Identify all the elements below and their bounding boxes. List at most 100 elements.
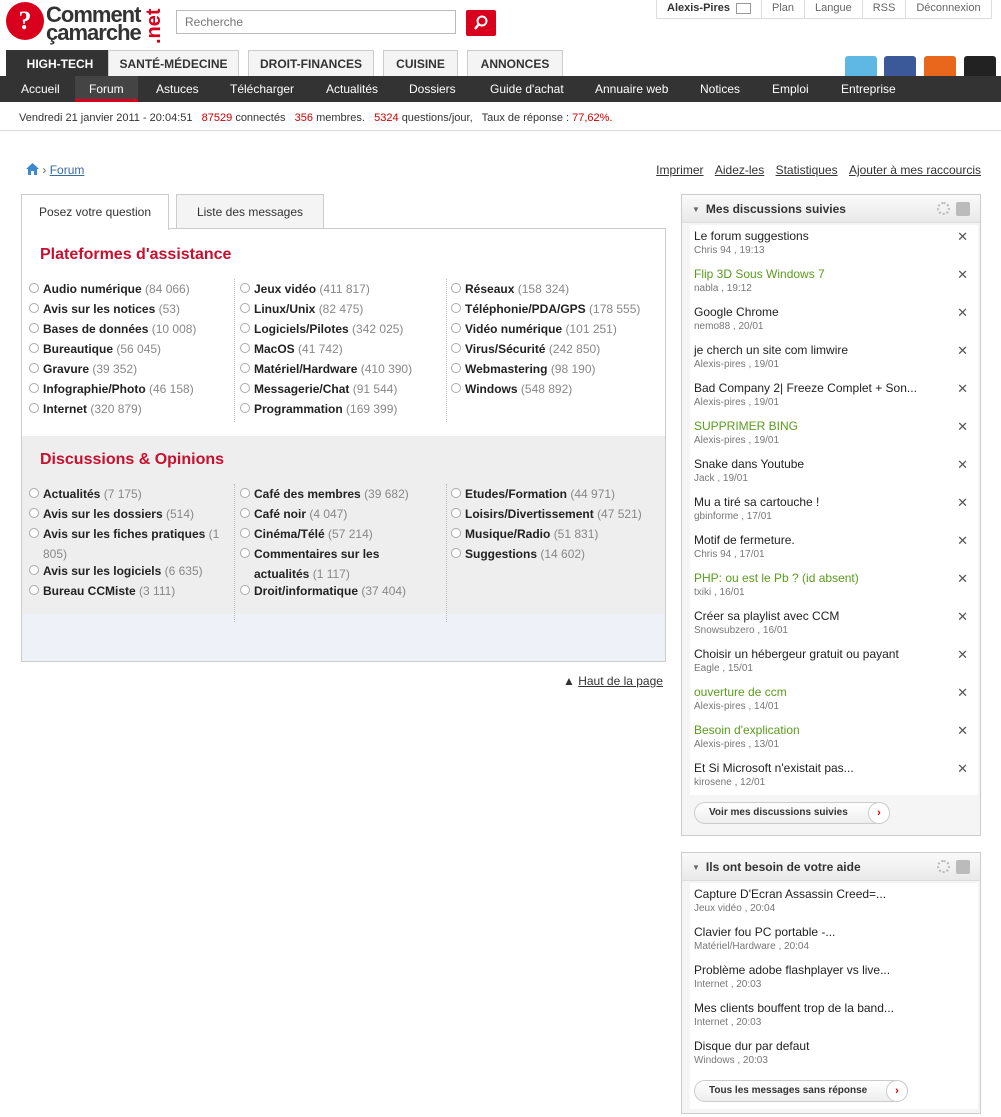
close-icon[interactable]: ✕ <box>957 381 968 397</box>
collapse-icon[interactable]: ▼ <box>692 196 700 224</box>
list-item[interactable]: Google Chrome nemo88 , 20/01 ✕ <box>690 301 978 339</box>
tab-sante[interactable]: SANTÉ-MÉDECINE <box>108 50 239 76</box>
forum-category[interactable]: Vidéo numérique (101 251) <box>447 319 663 339</box>
close-icon[interactable]: ✕ <box>957 571 968 587</box>
close-icon[interactable]: ✕ <box>957 267 968 283</box>
forum-category[interactable]: Virus/Sécurité (242 850) <box>447 339 663 359</box>
list-item[interactable]: Disque dur par defaut Windows , 20:03 <box>690 1035 978 1073</box>
radio-button[interactable] <box>451 383 461 393</box>
forum-category[interactable]: Café noir (4 047) <box>236 504 446 524</box>
radio-button[interactable] <box>240 488 250 498</box>
list-item[interactable]: Clavier fou PC portable -... Matériel/Har… <box>690 921 978 959</box>
forum-category[interactable]: Jeux vidéo (411 817) <box>236 279 446 299</box>
help-link[interactable]: Aidez-les <box>715 163 764 177</box>
rss-icon[interactable] <box>956 860 970 874</box>
radio-button[interactable] <box>29 283 39 293</box>
radio-button[interactable] <box>29 303 39 313</box>
home-icon[interactable] <box>26 163 39 175</box>
radio-button[interactable] <box>29 585 39 595</box>
radio-button[interactable] <box>240 548 250 558</box>
tab-annonces[interactable]: ANNONCES <box>467 50 563 76</box>
list-item[interactable]: SUPPRIMER BING Alexis-pires , 19/01 ✕ <box>690 415 978 453</box>
list-item[interactable]: Choisir un hébergeur gratuit ou payant Ea… <box>690 643 978 681</box>
nav-astuces[interactable]: Astuces <box>156 76 199 102</box>
list-item[interactable]: Snake dans Youtube Jack , 19/01 ✕ <box>690 453 978 491</box>
gear-icon[interactable] <box>937 860 950 873</box>
nav-forum[interactable]: Forum <box>75 76 138 102</box>
collapse-icon[interactable]: ▼ <box>692 854 700 882</box>
forum-category[interactable]: Etudes/Formation (44 971) <box>447 484 663 504</box>
forum-category[interactable]: Matériel/Hardware (410 390) <box>236 359 446 379</box>
radio-button[interactable] <box>240 383 250 393</box>
mobile-icon[interactable] <box>964 56 996 78</box>
radio-button[interactable] <box>29 343 39 353</box>
list-item[interactable]: Mes clients bouffent trop de la band... I… <box>690 997 978 1035</box>
forum-category[interactable]: MacOS (41 742) <box>236 339 446 359</box>
forum-category[interactable]: Programmation (169 399) <box>236 399 446 419</box>
close-icon[interactable]: ✕ <box>957 457 968 473</box>
view-followed-button[interactable]: Voir mes discussions suivies › <box>694 802 890 824</box>
close-icon[interactable]: ✕ <box>957 647 968 663</box>
nav-logout[interactable]: Déconnexion <box>905 0 990 18</box>
forum-category[interactable]: Bureautique (56 045) <box>25 339 235 359</box>
forum-category[interactable]: Avis sur les logiciels (6 635) <box>25 561 235 581</box>
nav-actualites[interactable]: Actualités <box>326 76 378 102</box>
forum-category[interactable]: Téléphonie/PDA/GPS (178 555) <box>447 299 663 319</box>
radio-button[interactable] <box>29 403 39 413</box>
forum-category[interactable]: Avis sur les notices (53) <box>25 299 235 319</box>
tab-ask-question[interactable]: Posez votre question <box>21 194 169 230</box>
forum-category[interactable]: Bureau CCMiste (3 111) <box>25 581 235 601</box>
list-item[interactable]: Mu a tiré sa cartouche ! gbinforme , 17/0… <box>690 491 978 529</box>
forum-category[interactable]: Actualités (7 175) <box>25 484 235 504</box>
panel-header[interactable]: ▼ Mes discussions suivies <box>682 195 980 223</box>
print-link[interactable]: Imprimer <box>656 163 703 177</box>
forum-category[interactable]: Gravure (39 352) <box>25 359 235 379</box>
radio-button[interactable] <box>451 283 461 293</box>
gear-icon[interactable] <box>937 202 950 215</box>
list-item[interactable]: Besoin d'explication Alexis-pires , 13/01… <box>690 719 978 757</box>
list-item[interactable]: ouverture de ccm Alexis-pires , 14/01 ✕ <box>690 681 978 719</box>
nav-plan[interactable]: Plan <box>760 0 804 18</box>
panel-header[interactable]: ▼ Ils ont besoin de votre aide <box>682 853 980 881</box>
rss-icon[interactable] <box>924 56 956 78</box>
radio-button[interactable] <box>451 548 461 558</box>
radio-button[interactable] <box>29 565 39 575</box>
radio-button[interactable] <box>451 488 461 498</box>
search-input[interactable] <box>176 10 456 34</box>
list-item[interactable]: Bad Company 2| Freeze Complet + Son... Al… <box>690 377 978 415</box>
nav-entreprise[interactable]: Entreprise <box>841 76 896 102</box>
close-icon[interactable]: ✕ <box>957 723 968 739</box>
forum-category[interactable]: Réseaux (158 324) <box>447 279 663 299</box>
nav-telecharger[interactable]: Télécharger <box>230 76 294 102</box>
tab-high-tech[interactable]: HIGH-TECH <box>6 50 114 76</box>
radio-button[interactable] <box>451 343 461 353</box>
list-item[interactable]: je cherch un site com limwire Alexis-pire… <box>690 339 978 377</box>
close-icon[interactable]: ✕ <box>957 609 968 625</box>
forum-category[interactable]: Bases de données (10 008) <box>25 319 235 339</box>
forum-category[interactable]: Droit/informatique (37 404) <box>236 581 446 601</box>
radio-button[interactable] <box>29 488 39 498</box>
site-logo[interactable]: ? Comment çamarche .net <box>6 2 166 46</box>
radio-button[interactable] <box>240 283 250 293</box>
forum-category[interactable]: Infographie/Photo (46 158) <box>25 379 235 399</box>
close-icon[interactable]: ✕ <box>957 761 968 777</box>
list-item[interactable]: Créer sa playlist avec CCM Snowsubzero , … <box>690 605 978 643</box>
radio-button[interactable] <box>240 528 250 538</box>
radio-button[interactable] <box>451 323 461 333</box>
radio-button[interactable] <box>451 508 461 518</box>
rss-icon[interactable] <box>956 202 970 216</box>
tab-cuisine[interactable]: CUISINE <box>383 50 458 76</box>
search-button[interactable] <box>466 10 496 36</box>
tab-message-list[interactable]: Liste des messages <box>176 194 324 229</box>
radio-button[interactable] <box>240 585 250 595</box>
radio-button[interactable] <box>29 528 39 538</box>
forum-category[interactable]: Avis sur les dossiers (514) <box>25 504 235 524</box>
forum-category[interactable]: Logiciels/Pilotes (342 025) <box>236 319 446 339</box>
list-item[interactable]: Flip 3D Sous Windows 7 nabla , 19:12 ✕ <box>690 263 978 301</box>
radio-button[interactable] <box>240 363 250 373</box>
forum-category[interactable]: Messagerie/Chat (91 544) <box>236 379 446 399</box>
envelope-icon[interactable] <box>735 2 751 14</box>
radio-button[interactable] <box>240 343 250 353</box>
radio-button[interactable] <box>29 508 39 518</box>
radio-button[interactable] <box>451 363 461 373</box>
